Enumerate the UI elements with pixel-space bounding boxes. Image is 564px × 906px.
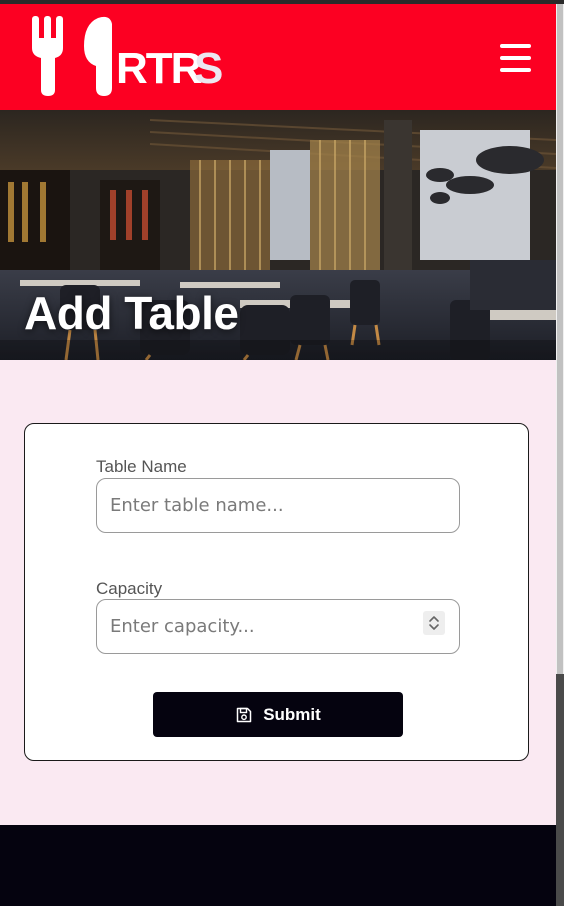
footer — [0, 825, 556, 906]
submit-button[interactable]: Submit — [153, 692, 403, 737]
chevron-up-down-icon — [429, 616, 439, 630]
page: RTR S Add Table Table Name Enter table n… — [0, 4, 556, 906]
scrollbar-track-lower — [556, 674, 564, 906]
brand-logo[interactable]: RTR S — [32, 16, 242, 96]
page-scrollbar[interactable] — [556, 4, 564, 906]
table-name-input[interactable] — [96, 478, 460, 533]
capacity-label: Capacity — [96, 579, 163, 598]
knife-icon — [84, 16, 112, 96]
fork-icon — [32, 16, 63, 96]
table-name-label: Table Name — [96, 457, 187, 476]
svg-text:RTR: RTR — [116, 44, 202, 93]
floppy-disk-save-icon — [236, 707, 252, 722]
capacity-input[interactable] — [96, 599, 460, 654]
hero-banner: Add Table — [0, 110, 556, 360]
submit-label: Submit — [263, 704, 321, 724]
hamburger-menu-icon[interactable] — [500, 44, 532, 72]
add-table-form: Table Name Capacity Submit — [24, 423, 529, 761]
scrollbar-thumb[interactable] — [557, 4, 563, 674]
navbar: RTR S — [0, 4, 556, 110]
capacity-stepper[interactable] — [423, 611, 445, 635]
brand-wordmark: RTR S — [116, 44, 223, 93]
svg-text:S: S — [194, 44, 223, 93]
page-title: Add Table — [24, 287, 239, 339]
